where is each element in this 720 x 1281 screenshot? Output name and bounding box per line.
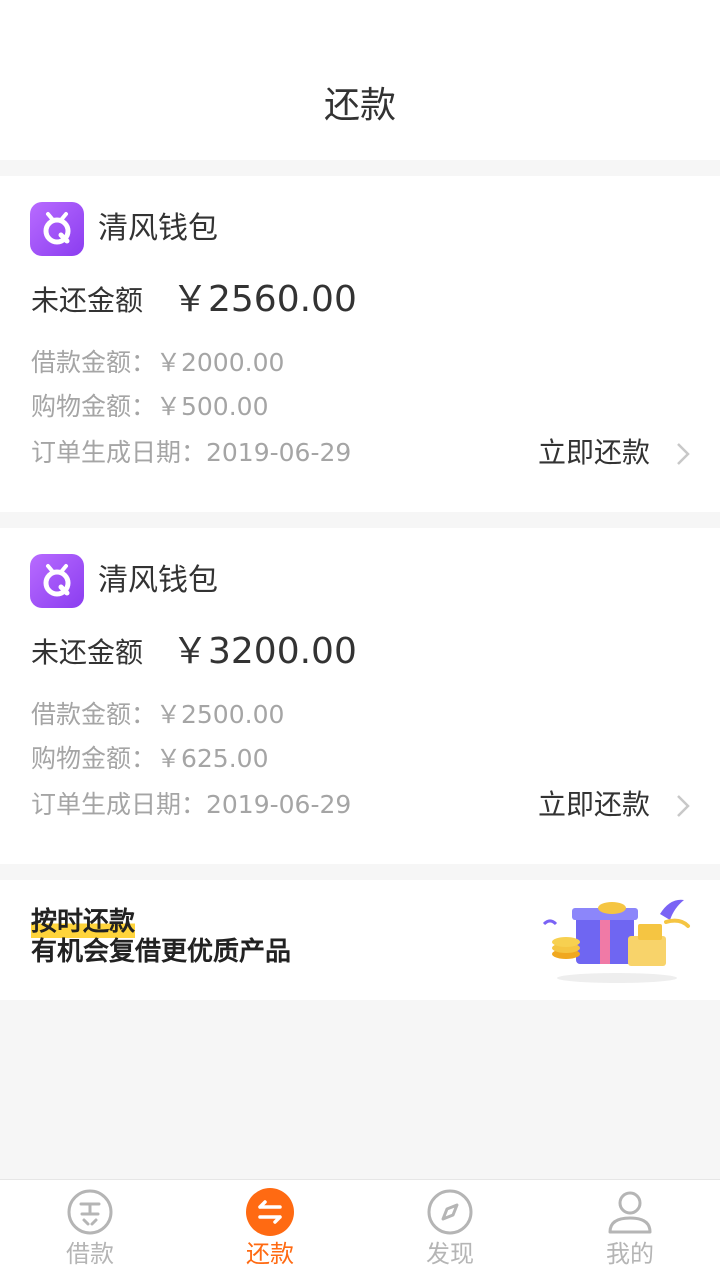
tab-loan[interactable]: 借款 <box>0 1180 180 1281</box>
tab-label: 发现 <box>426 1240 474 1268</box>
promo-subtitle: 有机会复借更优质产品 <box>31 937 292 967</box>
order-date: 订单生成日期：2019-06-29 <box>31 438 352 467</box>
app-name: 清风钱包 <box>98 211 218 246</box>
tab-label: 还款 <box>246 1240 294 1268</box>
chevron-right-icon[interactable] <box>676 794 690 818</box>
loan-card: 清风钱包 未还金额 ￥3200.00 借款金额：￥2500.00 购物金额：￥6… <box>0 528 720 864</box>
bottom-tab-bar: 借款 还款 发现 我的 <box>0 1179 720 1281</box>
repay-now-button[interactable]: 立即还款 <box>538 434 650 472</box>
loan-amount: 借款金额：￥2000.00 <box>31 348 285 377</box>
tab-label: 我的 <box>606 1240 654 1268</box>
promo-title: 按时还款 <box>31 906 136 938</box>
loan-icon <box>67 1189 113 1235</box>
loan-card: 清风钱包 未还金额 ￥2560.00 借款金额：￥2000.00 购物金额：￥5… <box>0 176 720 512</box>
tab-discover[interactable]: 发现 <box>360 1180 540 1281</box>
tab-me[interactable]: 我的 <box>540 1180 720 1281</box>
outstanding-value: ￥3200.00 <box>172 631 357 672</box>
order-date: 订单生成日期：2019-06-29 <box>31 790 352 819</box>
app-logo-icon <box>30 202 84 256</box>
repay-now-button[interactable]: 立即还款 <box>538 786 650 824</box>
shopping-amount: 购物金额：￥625.00 <box>31 744 269 773</box>
shopping-amount: 购物金额：￥500.00 <box>31 392 269 421</box>
app-logo-icon <box>30 554 84 608</box>
outstanding-label: 未还金额 <box>31 636 144 669</box>
promo-banner[interactable]: 按时还款 有机会复借更优质产品 <box>0 880 720 1000</box>
outstanding-label: 未还金额 <box>31 284 144 317</box>
tab-repay[interactable]: 还款 <box>180 1180 360 1281</box>
app-name: 清风钱包 <box>98 563 218 598</box>
tab-label: 借款 <box>66 1240 114 1268</box>
outstanding-value: ￥2560.00 <box>172 279 357 320</box>
page-title: 还款 <box>323 85 396 126</box>
repay-icon <box>246 1188 294 1236</box>
header: 还款 <box>0 0 720 160</box>
user-icon <box>608 1191 652 1234</box>
chevron-right-icon[interactable] <box>676 442 690 466</box>
compass-icon <box>427 1189 473 1235</box>
loan-amount: 借款金额：￥2500.00 <box>31 700 285 729</box>
gift-box-coins-icon <box>542 899 690 983</box>
